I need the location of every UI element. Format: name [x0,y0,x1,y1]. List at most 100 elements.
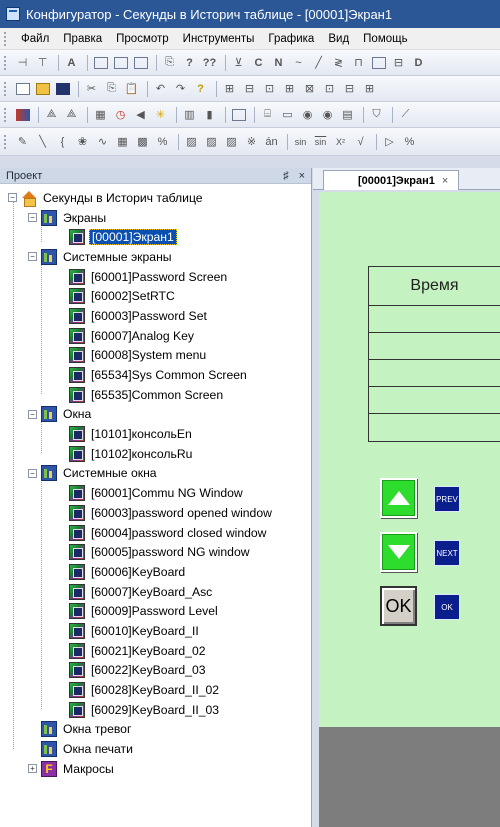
printer-icon[interactable]: ▤ [339,106,356,123]
tree-item-window[interactable]: [10101]консольEn [0,424,311,444]
tree-item-screen[interactable]: [60001]Password Screen [0,267,311,287]
tree-item-screen[interactable]: [65535]Common Screen [0,385,311,405]
number-icon[interactable]: N [270,54,287,71]
tree-item-window[interactable]: [60003]password opened window [0,503,311,523]
tree-item-window[interactable]: [10102]консольRu [0,444,311,464]
tab-screen1[interactable]: [00001]Экран1 × [323,170,460,190]
tree-item-screen[interactable]: [00001]Экран1 [0,227,311,247]
size-icon[interactable]: ⊞ [361,80,378,97]
speaker-icon[interactable]: ◀ [132,106,149,123]
copy-icon[interactable]: ⎘ [103,80,120,97]
ungroup-icon[interactable]: ⊡ [321,80,338,97]
tree-item-window[interactable]: [60029]KeyBoard_II_03 [0,700,311,720]
about-icon[interactable]: ? [192,80,209,97]
tree-item-screen[interactable]: [60007]Analog Key [0,326,311,346]
image3-icon[interactable]: ▨ [223,133,240,150]
help-icon[interactable]: ? [181,54,198,71]
not-icon[interactable]: ~ [290,54,307,71]
tree-item-screen[interactable]: [60008]System menu [0,346,311,366]
bit-lamp-icon[interactable]: ⊻ [230,54,247,71]
shield-icon[interactable]: ⛉ [368,106,385,123]
expand-icon[interactable]: + [28,764,37,774]
tree-group-system-screens[interactable]: − Системные экраны [0,247,311,267]
database-icon[interactable]: ◉ [319,106,336,123]
light-icon[interactable]: ✳ [152,106,169,123]
collapse-icon[interactable]: − [28,468,37,478]
picture-icon[interactable] [230,106,247,123]
meter-icon[interactable]: ▮ [201,106,218,123]
chart-icon[interactable]: ▥ [181,106,198,123]
open-folder-icon[interactable] [34,80,51,97]
grid-icon[interactable]: ⊞ [221,80,238,97]
whats-this-icon[interactable]: ?? [201,54,218,71]
image-icon[interactable]: ▨ [183,133,200,150]
toolbar-grip[interactable] [4,55,8,70]
tree-item-screen[interactable]: [60002]SetRTC [0,286,311,306]
collapse-icon[interactable]: − [28,409,37,419]
menu-tools[interactable]: Инструменты [176,33,262,45]
brace-icon[interactable]: { [54,133,71,150]
ok-button-large[interactable]: OK [380,586,417,626]
pencil-icon[interactable]: ✎ [14,133,31,150]
tree-item-screen[interactable]: [65534]Sys Common Screen [0,365,311,385]
sin-icon[interactable]: sin [292,133,309,150]
image2-icon[interactable]: ▨ [203,133,220,150]
tree-item-screen[interactable]: [60003]Password Set [0,306,311,326]
download-icon[interactable]: ⟁ [63,106,80,123]
tree-item-window[interactable]: [60021]KeyBoard_02 [0,641,311,661]
cut-icon[interactable]: ✂ [83,80,100,97]
table-icon[interactable]: ⊟ [241,80,258,97]
redo-icon[interactable]: ↷ [172,80,189,97]
menu-window[interactable]: Вид [321,33,356,45]
text-icon[interactable]: A [63,54,80,71]
tree-item-window[interactable]: [60022]KeyBoard_03 [0,661,311,681]
text-format-icon[interactable]: án [263,133,280,150]
d-icon[interactable]: D [410,54,427,71]
tab-close-icon[interactable]: × [442,175,448,187]
pulse-icon[interactable]: ⊓ [350,54,367,71]
copy-format-icon[interactable]: ⎘ [161,54,178,71]
ok-button-small[interactable]: OK [434,594,460,620]
line-icon[interactable]: ╲ [34,133,51,150]
grid-fill-icon[interactable]: ▦ [114,133,131,150]
history-icon[interactable]: ◉ [299,106,316,123]
curve-icon[interactable]: ∿ [94,133,111,150]
tree-group-print-windows[interactable]: Окна печати [0,739,311,759]
tree-group-macros[interactable]: + F Макросы [0,759,311,779]
alarm-icon[interactable]: ≷ [330,54,347,71]
menu-edit[interactable]: Правка [56,33,109,45]
percent-icon[interactable]: % [154,133,171,150]
distribute-icon[interactable]: ⊟ [341,80,358,97]
ascii-display-icon[interactable] [112,54,129,71]
toolbar-grip[interactable] [4,134,8,149]
save-icon[interactable] [54,80,71,97]
align-grid-icon[interactable]: ⊞ [281,80,298,97]
tree-root[interactable]: − Секунды в Историч таблице [0,188,311,208]
sin-bar-icon[interactable]: sin [312,133,329,150]
percent2-icon[interactable]: % [401,133,418,150]
tree-item-window[interactable]: [60005]password NG window [0,542,311,562]
next-arrow-button[interactable] [380,532,417,572]
tree-group-windows[interactable]: − Окна [0,405,311,425]
input-field-icon[interactable] [132,54,149,71]
pin-icon[interactable]: ♯ [283,170,289,182]
tree-item-window[interactable]: [60006]KeyBoard [0,562,311,582]
recipe-icon[interactable]: ⌸ [259,106,276,123]
constant-icon[interactable]: C [250,54,267,71]
pattern2-icon[interactable]: ※ [243,133,260,150]
paste-icon[interactable]: 📋 [123,80,140,97]
screen-canvas[interactable]: Время PREV NEXT OK OK [319,192,500,727]
data-transfer-icon[interactable]: ▭ [279,106,296,123]
tree-group-alarm-windows[interactable]: Окна тревог [0,720,311,740]
align-icon[interactable]: ⊣ [14,54,31,71]
tree-item-window[interactable]: [60007]KeyBoard_Asc [0,582,311,602]
trend-icon[interactable]: ╱ [310,54,327,71]
tree-item-window[interactable]: [60028]KeyBoard_II_02 [0,680,311,700]
layout-icon[interactable]: ⊡ [261,80,278,97]
history-table[interactable]: Время [368,266,500,442]
menu-graphics[interactable]: Графика [261,33,321,45]
polygon-icon[interactable]: ❀ [74,133,91,150]
prev-arrow-button[interactable] [380,478,417,518]
power-icon[interactable]: X² [332,133,349,150]
tree-group-system-windows[interactable]: − Системные окна [0,464,311,484]
